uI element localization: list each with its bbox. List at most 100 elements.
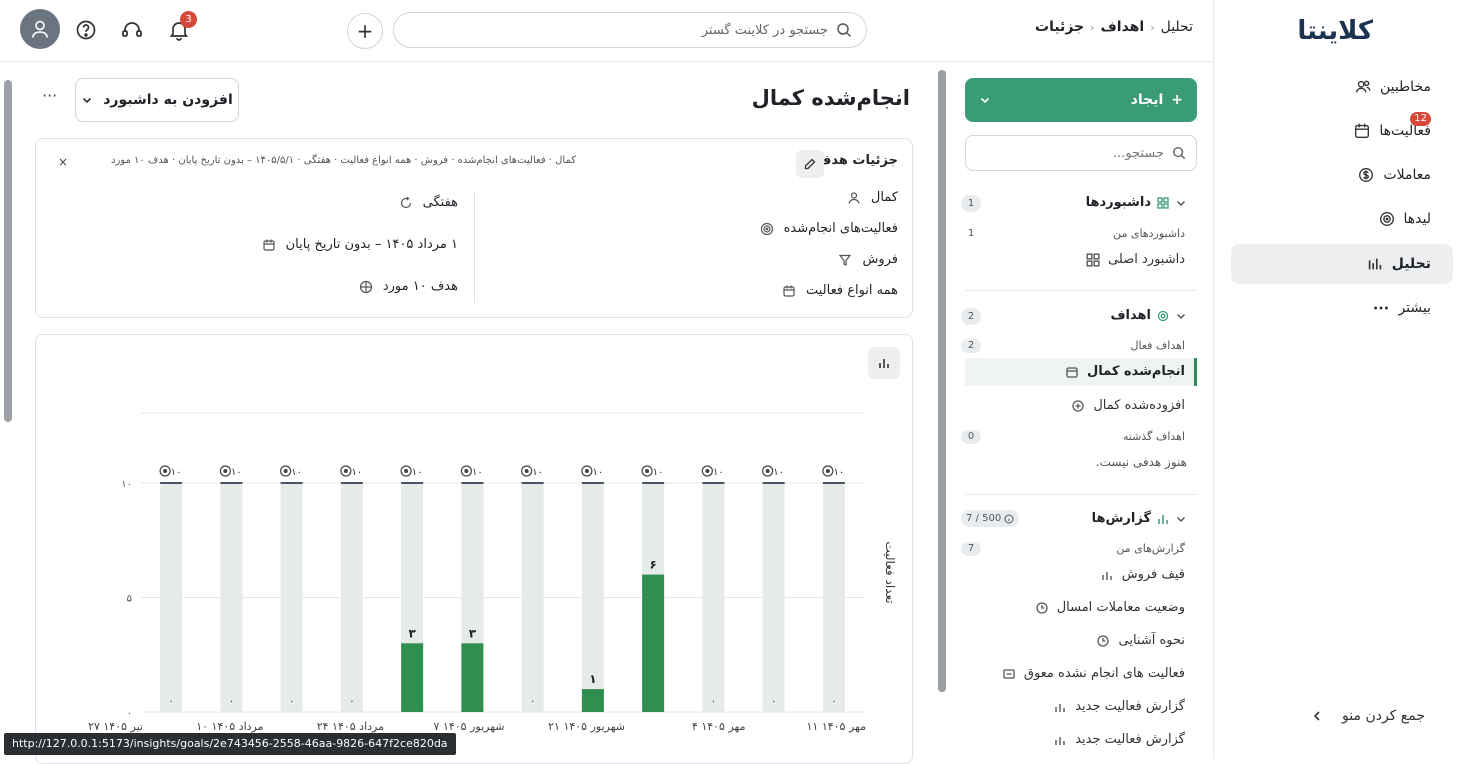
goal-target-icon-center <box>765 469 770 473</box>
report-item[interactable]: نحوه آشنایی <box>1096 633 1185 648</box>
chevron-down-icon <box>1176 516 1186 522</box>
bar-track <box>280 483 303 712</box>
filter-icon <box>839 254 852 266</box>
report-item[interactable]: قیف فروش <box>1100 567 1185 582</box>
section-title: اهداف <box>1110 308 1151 323</box>
main-nav: کلاینتا مخاطبین فعالیت‌ها 12 معاملات لید… <box>1213 0 1469 758</box>
bar-value-label: ۶ <box>649 558 656 572</box>
global-search-input[interactable]: جستجو در کلاینت گستر <box>393 12 867 48</box>
bar <box>461 643 484 712</box>
detail-value: هفتگی <box>422 195 458 210</box>
collapse-menu-label: جمع کردن منو <box>1342 708 1425 724</box>
goal-target-icon-center <box>343 469 348 473</box>
clock-icon <box>1097 634 1110 647</box>
goal-item-selected[interactable]: انجام‌شده کمال <box>1065 364 1185 379</box>
quick-add-button[interactable]: + <box>347 13 383 49</box>
section-dashboards[interactable]: داشبوردها <box>1086 195 1187 210</box>
user-avatar[interactable] <box>20 9 60 49</box>
main-scrollbar[interactable] <box>4 80 12 422</box>
top-bar: تحلیل ‹ اهداف ‹ جزئیات جستجو در کلاینت گ… <box>0 0 1213 62</box>
report-item-label: گزارش فعالیت جدید <box>1075 699 1185 714</box>
dashboard-item[interactable]: داشبورد اصلی <box>1086 252 1185 267</box>
chevron-down-icon <box>1176 313 1186 319</box>
count-badge: 0 <box>961 430 981 444</box>
grid-icon <box>1086 252 1100 267</box>
bar-chart-icon <box>1102 571 1112 580</box>
nav-item-label: معاملات <box>1383 167 1431 183</box>
calendar-icon <box>263 239 275 251</box>
bar-track <box>822 483 845 712</box>
detail-duration: ۱ مرداد ۱۴۰۵ – بدون تاریخ پایان <box>262 237 458 252</box>
bar-value-label: ۰ <box>530 696 535 707</box>
breadcrumb-analytics[interactable]: تحلیل <box>1161 19 1193 35</box>
details-title: جزئیات هدف <box>816 153 898 168</box>
goal-item[interactable]: افزوده‌شده کمال <box>1071 398 1185 413</box>
add-circle-icon <box>1072 399 1084 412</box>
nav-item-leads[interactable]: لیدها <box>1231 199 1453 239</box>
detail-value: فعالیت‌های انجام‌شده <box>783 221 898 236</box>
section-title: داشبوردها <box>1085 195 1151 210</box>
bar-track <box>762 483 785 712</box>
main-right-scrollbar[interactable] <box>938 70 946 692</box>
detail-value: هدف ۱۰ مورد <box>382 279 458 294</box>
report-item[interactable]: وضعیت معاملات امسال <box>1035 600 1185 615</box>
bar-value-label: ۰ <box>771 696 776 707</box>
goal-value-label: ۱۰ <box>593 467 604 478</box>
help-icon[interactable] <box>74 18 98 42</box>
refresh-icon <box>400 196 411 208</box>
plus-icon: + <box>1171 92 1183 108</box>
report-quota: 7 / 500 <box>966 513 1002 524</box>
add-to-dashboard-button[interactable]: افزودن به داشبورد <box>75 78 239 122</box>
divider <box>965 290 1197 291</box>
sidebar-search-input[interactable]: جستجو... <box>965 135 1197 171</box>
crosshair-icon <box>359 280 372 293</box>
report-item[interactable]: فعالیت های انجام نشده معوق <box>1002 666 1185 681</box>
detail-owner: کمال <box>847 190 898 205</box>
nav-item-more[interactable]: بیشتر <box>1231 288 1453 328</box>
target-icon <box>760 222 773 235</box>
support-icon[interactable] <box>120 18 144 42</box>
bar <box>581 689 604 712</box>
report-item[interactable]: گزارش فعالیت جدید <box>1053 732 1185 747</box>
section-reports[interactable]: گزارش‌ها <box>1092 511 1187 526</box>
nav-item-deals[interactable]: معاملات <box>1231 155 1453 195</box>
breadcrumb-goals[interactable]: اهداف <box>1101 19 1145 35</box>
nav-item-activities[interactable]: فعالیت‌ها 12 <box>1231 111 1453 151</box>
subsection-title: داشبوردهای من <box>1113 227 1185 240</box>
create-label: ایجاد <box>1130 92 1164 108</box>
goal-value-label: ۱۰ <box>352 467 363 478</box>
goal-value-label: ۱۰ <box>532 467 543 478</box>
clock-icon <box>1036 601 1048 614</box>
target-icon <box>1379 212 1394 226</box>
edit-goal-button[interactable] <box>796 150 824 178</box>
bar-value-label: ۳ <box>469 626 477 640</box>
chevron-down-icon[interactable] <box>979 94 991 106</box>
dashboard-item-label: داشبورد اصلی <box>1108 252 1185 267</box>
nav-item-analytics[interactable]: تحلیل <box>1231 244 1453 284</box>
section-goals[interactable]: اهداف <box>1110 308 1187 323</box>
bar-value-label: ۰ <box>831 696 836 707</box>
breadcrumb-separator: ‹ <box>1150 20 1155 34</box>
bar-track <box>220 483 243 712</box>
calendar-icon <box>1066 366 1078 378</box>
nav-item-contacts[interactable]: مخاطبین <box>1231 67 1453 107</box>
report-item[interactable]: گزارش فعالیت جدید <box>1053 699 1185 714</box>
report-item-label: گزارش فعالیت جدید <box>1075 732 1185 747</box>
bar-track <box>521 483 544 712</box>
calendar-icon <box>783 285 795 297</box>
chevron-down-icon <box>1176 200 1186 206</box>
close-details-button[interactable]: × <box>58 155 68 169</box>
goal-value-label: ۱۰ <box>291 467 302 478</box>
bar-value-label: ۰ <box>711 696 716 707</box>
create-button[interactable]: + ایجاد <box>965 78 1197 122</box>
detail-value: همه انواع فعالیت <box>805 283 898 298</box>
goal-item-label: انجام‌شده کمال <box>1086 364 1185 379</box>
more-options-button[interactable]: ··· <box>42 86 57 105</box>
collapse-menu-button[interactable]: جمع کردن منو <box>1310 708 1425 724</box>
goal-target-icon-center <box>464 469 469 473</box>
bar-value-label: ۱ <box>589 672 596 686</box>
bar-chart-icon <box>1055 703 1065 712</box>
goal-item-label: افزوده‌شده کمال <box>1093 398 1185 413</box>
more-icon <box>1374 306 1389 310</box>
plus-icon: + <box>356 19 374 43</box>
